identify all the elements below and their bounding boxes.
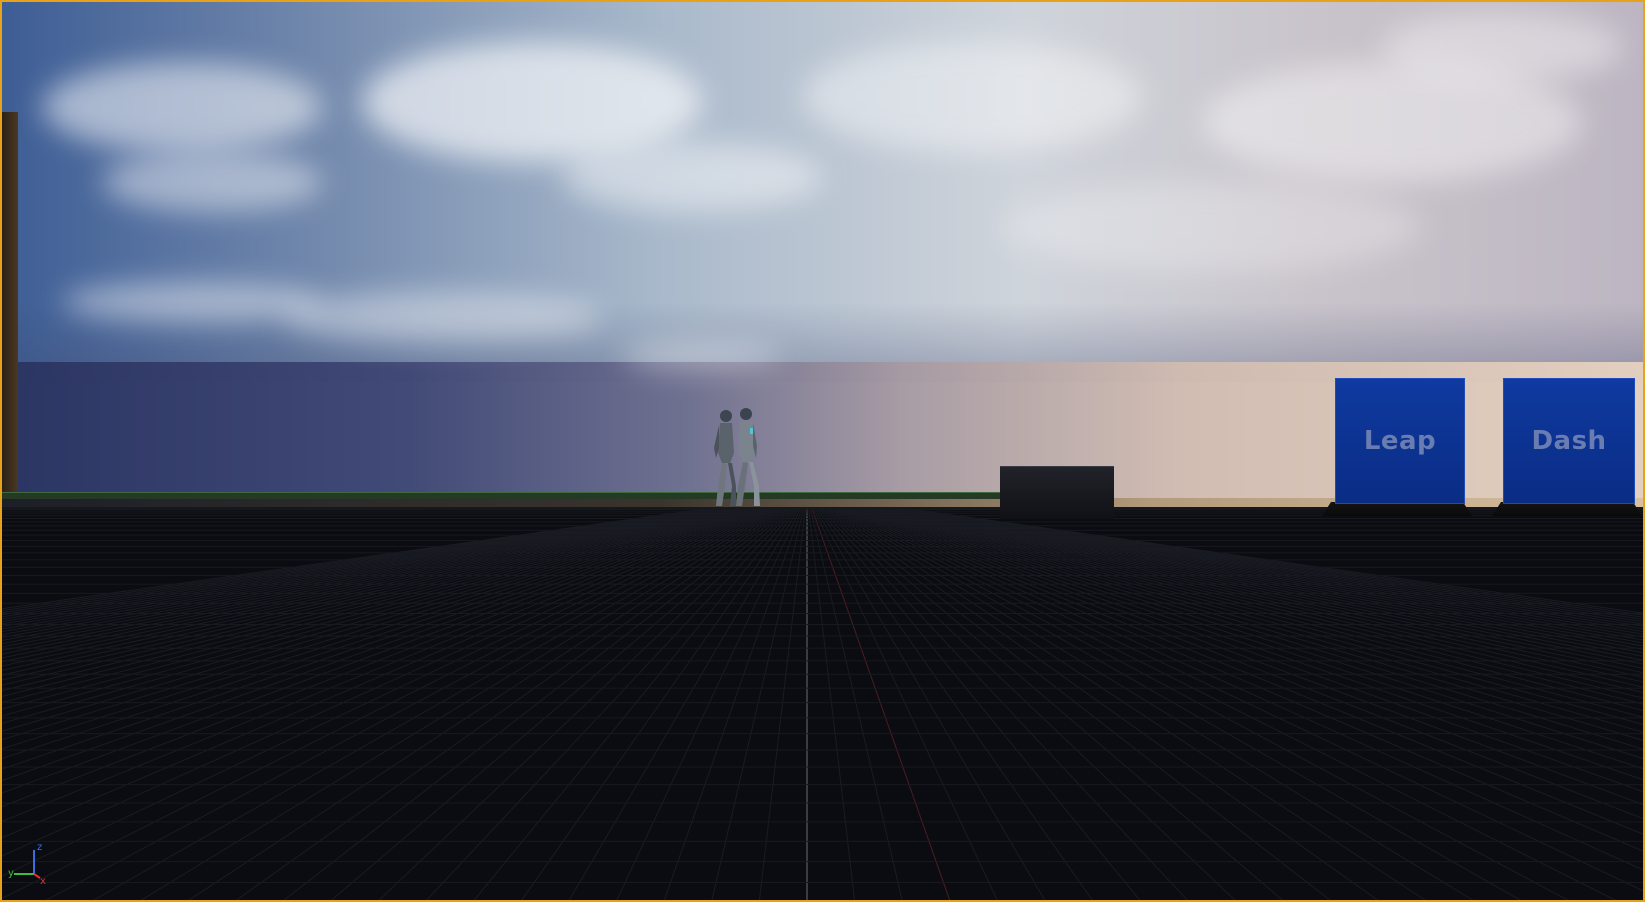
grid-line <box>814 507 1046 900</box>
mannequin-character-2[interactable] <box>732 406 762 508</box>
floor-grid-lines <box>2 507 1643 900</box>
cloud <box>42 62 322 152</box>
cloud <box>802 42 1142 152</box>
grid-line <box>616 507 802 900</box>
dash-block-label: Dash <box>1531 426 1607 456</box>
cloud <box>562 142 822 212</box>
grid-line <box>808 507 856 900</box>
grid-line <box>711 507 805 900</box>
grid-line <box>809 507 903 900</box>
grid-line <box>330 507 793 900</box>
y-axis-label: y <box>8 868 14 879</box>
step-block <box>1000 466 1114 519</box>
grid-line <box>874 507 1643 654</box>
grid-line <box>854 507 1643 718</box>
grid-floor <box>2 507 1643 900</box>
dash-block: Dash <box>1503 378 1635 504</box>
grid-line <box>283 507 791 900</box>
game-viewport[interactable]: Leap Dash z y x <box>0 0 1645 902</box>
z-axis-label: z <box>37 842 42 853</box>
grid-line <box>568 507 800 900</box>
grid-line <box>758 507 806 900</box>
green-rail <box>2 492 1002 499</box>
cloud <box>1002 182 1422 272</box>
block-shadow <box>1492 502 1642 516</box>
grid-line <box>812 507 998 900</box>
cloud <box>282 292 602 342</box>
cloud <box>102 152 322 212</box>
left-wall <box>2 112 18 507</box>
block-shadow <box>1322 502 1472 516</box>
grid-line <box>872 507 1643 657</box>
cloud <box>622 342 782 370</box>
grid-line <box>823 507 1331 900</box>
leap-block-label: Leap <box>1363 426 1437 456</box>
axis-gizmo: z y x <box>8 842 46 884</box>
leap-block: Leap <box>1335 378 1465 504</box>
grid-line <box>821 507 1284 900</box>
grid-line <box>892 507 1643 620</box>
cloud <box>1382 12 1622 82</box>
grid-line <box>875 507 1643 650</box>
x-axis-label: x <box>40 876 46 884</box>
